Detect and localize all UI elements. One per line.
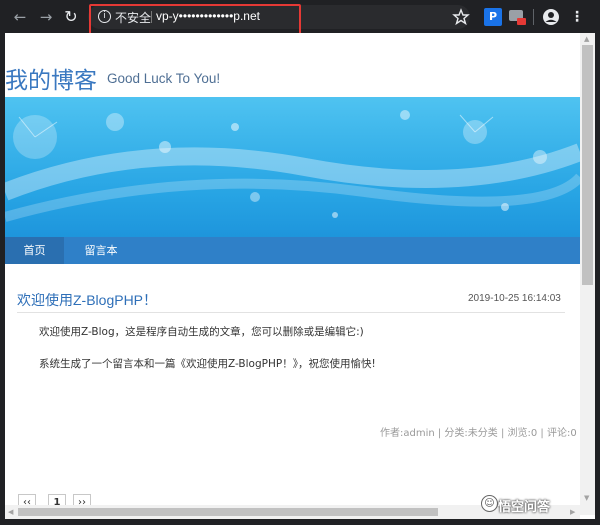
url-text[interactable]: vp-y•••••••••••••p.net (156, 9, 260, 23)
post-paragraph: 系统生成了一个留言本和一篇《欢迎使用Z-BlogPHP！》，祝您使用愉快! (39, 358, 376, 370)
forward-arrow-icon[interactable]: → (36, 7, 56, 27)
header-banner (5, 97, 580, 237)
toolbar-divider (533, 9, 534, 25)
horizontal-scroll-thumb[interactable] (18, 508, 438, 516)
nav-item-guestbook[interactable]: 留言本 (64, 237, 138, 264)
star-icon[interactable] (452, 8, 470, 26)
extension-p-icon[interactable]: P (484, 8, 502, 26)
info-icon[interactable]: i (98, 10, 111, 23)
omnibox-separator (151, 11, 152, 23)
scroll-left-arrow-icon[interactable]: ◀ (8, 509, 13, 516)
site-title[interactable]: 我的博客 (5, 61, 97, 95)
scroll-right-arrow-icon[interactable]: ▶ (570, 509, 575, 516)
main-nav: 首页 留言本 (5, 237, 580, 264)
window-frame-right (595, 33, 600, 525)
watermark-logo-icon: ☺ (481, 495, 498, 512)
vertical-scroll-thumb[interactable] (582, 45, 593, 285)
security-label: 不安全 (115, 11, 152, 25)
reload-icon[interactable]: ↻ (61, 7, 81, 27)
extension-monitor-icon[interactable] (508, 8, 526, 26)
site-subtitle: Good Luck To You! (107, 71, 221, 86)
window-frame-bottom (0, 519, 600, 525)
watermark-text: 悟空问答 (498, 500, 551, 515)
banner-decoration (5, 110, 580, 222)
post-meta: 作者:admin | 分类:未分类 | 浏览:0 | 评论:0 (380, 428, 577, 439)
profile-icon[interactable] (542, 8, 560, 26)
scroll-up-arrow-icon[interactable]: ▲ (584, 36, 589, 43)
post-date: 2019-10-25 16:14:03 (468, 293, 561, 304)
menu-kebab-icon[interactable]: ⋮ (568, 8, 586, 26)
post-divider (17, 312, 565, 313)
scroll-down-arrow-icon[interactable]: ▼ (584, 495, 589, 502)
back-arrow-icon[interactable]: ← (10, 7, 30, 27)
post-paragraph: 欢迎使用Z-Blog，这是程序自动生成的文章，您可以删除或是编辑它:) (39, 326, 364, 338)
nav-item-home[interactable]: 首页 (5, 237, 64, 264)
post-title[interactable]: 欢迎使用Z-BlogPHP！ (17, 290, 157, 310)
page-viewport: 我的博客 Good Luck To You! 首页 留言本 欢迎使用Z-Blog… (5, 33, 580, 515)
